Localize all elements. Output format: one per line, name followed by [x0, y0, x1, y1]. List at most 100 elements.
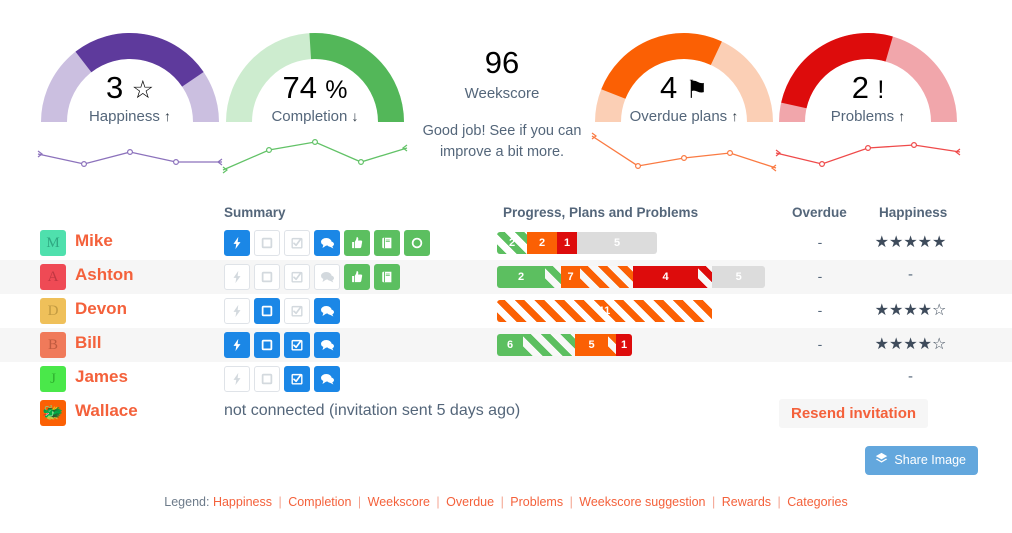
progress-bar[interactable]: 11 — [497, 300, 712, 322]
lightning-icon[interactable] — [224, 230, 250, 256]
gauge-problems-value: 2 ! — [778, 72, 958, 104]
progress-bar[interactable]: 27 45 — [497, 266, 765, 288]
column-header-overdue: Overdue — [792, 205, 847, 220]
thumbs-up-icon[interactable] — [344, 264, 370, 290]
avatar[interactable]: B — [40, 332, 66, 358]
legend-link[interactable]: Completion — [285, 495, 355, 509]
avatar[interactable]: A — [40, 264, 66, 290]
happiness-rating: ★★★★☆ — [858, 300, 963, 319]
avatar[interactable]: M — [40, 230, 66, 256]
overdue-value: - — [770, 336, 870, 352]
lightning-icon[interactable] — [224, 298, 250, 324]
progress-segment[interactable] — [608, 334, 616, 356]
summary-icons — [224, 332, 340, 358]
progress-segment[interactable]: 11 — [497, 300, 712, 322]
progress-bar[interactable]: 6 51 — [497, 334, 632, 356]
gauge-completion-label: Completion ↓ — [225, 108, 405, 125]
book-icon[interactable] — [374, 230, 400, 256]
gauge-value-number: 2 — [852, 70, 869, 105]
table-row[interactable]: MMike2215-★★★★★ — [0, 226, 1012, 260]
legend-link[interactable]: Weekscore — [364, 495, 433, 509]
progress-segment[interactable]: 5 — [712, 266, 765, 288]
arrow-down-icon: ↓ — [352, 108, 359, 124]
checkbox-checked-icon[interactable] — [284, 264, 310, 290]
progress-segment[interactable] — [545, 266, 561, 288]
progress-segment[interactable]: 5 — [575, 334, 608, 356]
happiness-rating: - — [858, 368, 963, 385]
comment-icon[interactable] — [314, 298, 340, 324]
square-outline-icon[interactable] — [254, 230, 280, 256]
legend-link[interactable]: Overdue — [443, 495, 498, 509]
progress-segment[interactable]: 1 — [557, 232, 577, 254]
progress-segment[interactable]: 4 — [633, 266, 699, 288]
progress-segment[interactable] — [698, 266, 712, 288]
table-header: Summary Progress, Plans and Problems Ove… — [0, 196, 1012, 226]
comment-icon[interactable] — [314, 230, 340, 256]
gauges-row: 3 ☆ Happiness ↑ 74 % — [0, 0, 1012, 190]
arrow-up-icon: ↑ — [898, 108, 905, 124]
checkbox-checked-icon[interactable] — [284, 366, 310, 392]
circle-icon[interactable] — [404, 230, 430, 256]
gauge-problems-sparkline — [758, 126, 978, 182]
team-table: Summary Progress, Plans and Problems Ove… — [0, 196, 1012, 430]
member-name[interactable]: Bill — [75, 333, 101, 353]
member-name[interactable]: Devon — [75, 299, 127, 319]
legend-link[interactable]: Problems — [507, 495, 567, 509]
checkbox-checked-icon[interactable] — [284, 298, 310, 324]
invite-row: 🐲Wallacenot connected (invitation sent 5… — [0, 396, 1012, 430]
square-outline-icon[interactable] — [254, 366, 280, 392]
legend-link[interactable]: Weekscore suggestion — [576, 495, 709, 509]
column-header-happiness: Happiness — [879, 205, 947, 220]
table-row[interactable]: J James - — [0, 362, 1012, 396]
comment-icon[interactable] — [314, 332, 340, 358]
progress-segment[interactable]: 1 — [616, 334, 632, 356]
square-outline-icon[interactable] — [254, 298, 280, 324]
lightning-icon[interactable] — [224, 264, 250, 290]
lightning-icon[interactable] — [224, 332, 250, 358]
share-image-button[interactable]: Share Image — [865, 446, 978, 475]
member-name[interactable]: James — [75, 367, 128, 387]
checkbox-checked-icon[interactable] — [284, 332, 310, 358]
progress-segment[interactable]: 6 — [497, 334, 523, 356]
progress-bar[interactable]: 2215 — [497, 232, 657, 254]
progress-segment[interactable]: 2 — [527, 232, 557, 254]
summary-icons — [224, 230, 430, 256]
lightning-icon[interactable] — [224, 366, 250, 392]
square-outline-icon[interactable] — [254, 332, 280, 358]
comment-icon[interactable] — [314, 366, 340, 392]
progress-segment[interactable]: 5 — [577, 232, 657, 254]
happiness-rating: ★★★★☆ — [858, 334, 963, 353]
member-name[interactable]: Wallace — [75, 401, 138, 421]
square-outline-icon[interactable] — [254, 264, 280, 290]
avatar[interactable]: 🐲 — [40, 400, 66, 426]
progress-segment[interactable] — [523, 334, 575, 356]
member-name[interactable]: Ashton — [75, 265, 134, 285]
gauge-overdue-arc: 4 ⚑ Overdue plans ↑ — [594, 22, 774, 130]
gauge-label-text: Problems — [831, 108, 894, 125]
avatar[interactable]: J — [40, 366, 66, 392]
legend: Legend: Happiness | Completion | Weeksco… — [0, 495, 1012, 509]
column-header-summary: Summary — [224, 205, 286, 220]
checkbox-checked-icon[interactable] — [284, 230, 310, 256]
layers-icon — [875, 452, 888, 468]
table-row[interactable]: DDevon11-★★★★☆ — [0, 294, 1012, 328]
happiness-rating: ★★★★★ — [858, 232, 963, 251]
legend-link[interactable]: Categories — [784, 495, 848, 509]
progress-segment[interactable]: 7 — [561, 266, 580, 288]
gauge-problems[interactable]: 2 ! Problems ↑ — [758, 0, 978, 130]
progress-segment[interactable]: 2 — [497, 232, 527, 254]
table-row[interactable]: AAshton2745-- — [0, 260, 1012, 294]
dashboard-page: 3 ☆ Happiness ↑ 74 % — [0, 0, 1012, 533]
member-name[interactable]: Mike — [75, 231, 113, 251]
legend-link[interactable]: Happiness — [213, 495, 276, 509]
comment-icon[interactable] — [314, 264, 340, 290]
book-icon[interactable] — [374, 264, 400, 290]
resend-invitation-button[interactable]: Resend invitation — [779, 399, 928, 428]
progress-segment[interactable] — [580, 266, 633, 288]
progress-segment[interactable]: 2 — [497, 266, 545, 288]
legend-separator: | — [775, 495, 784, 509]
avatar[interactable]: D — [40, 298, 66, 324]
legend-link[interactable]: Rewards — [718, 495, 774, 509]
thumbs-up-icon[interactable] — [344, 230, 370, 256]
table-row[interactable]: B Bill 6 51 -★★★★☆ — [0, 328, 1012, 362]
